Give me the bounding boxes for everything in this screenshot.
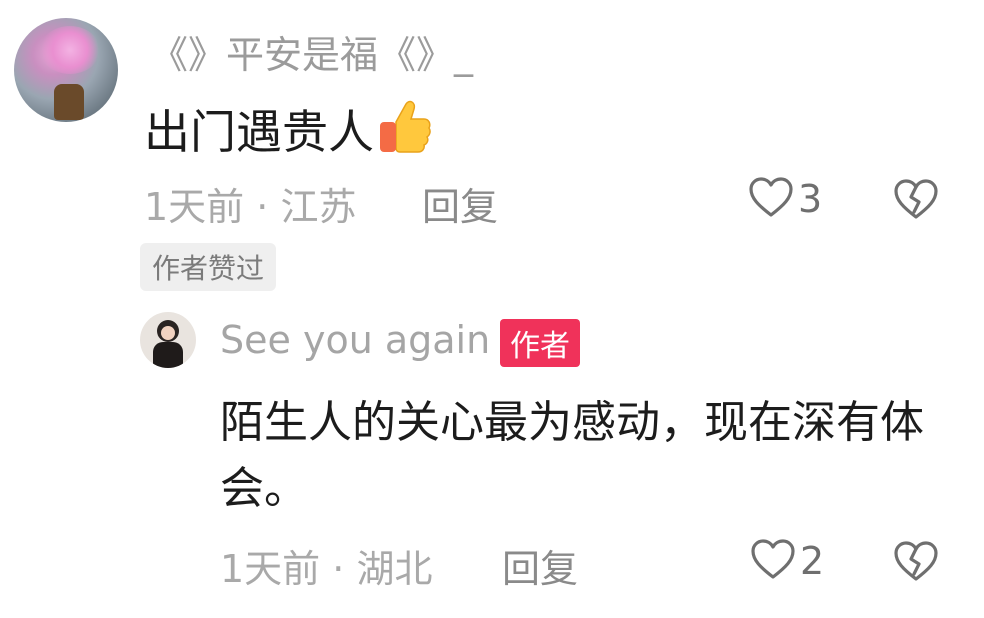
username[interactable]: 《》平安是福《》_ [150,24,473,79]
flower-image [40,26,100,74]
like-button[interactable]: 3 [748,176,822,222]
dislike-button[interactable] [893,540,939,586]
author-tag: 作者 [500,319,580,367]
avatar-body-shape [153,342,183,368]
avatar-face-shape [161,326,175,340]
heart-outline-icon [748,176,794,222]
dislike-button[interactable] [893,178,939,224]
meta-separator: · [256,185,269,229]
reply-location: 湖北 [356,547,433,591]
reply-button[interactable]: 回复 [422,176,498,231]
like-button[interactable]: 2 [750,538,824,584]
like-count: 3 [798,177,823,221]
comment-time: 1天前 [144,185,245,229]
comment-meta: 1天前 · 江苏 [144,176,356,231]
author-liked-badge: 作者赞过 [140,243,277,291]
comment-text-content: 出门遇贵人 [144,105,374,159]
meta-separator: · [332,547,345,591]
thumbs-up-emoji-icon [376,100,432,165]
broken-heart-icon [893,179,939,224]
reply-avatar[interactable] [140,312,196,368]
comment-location: 江苏 [280,185,357,229]
broken-heart-icon [893,541,939,586]
heart-outline-icon [750,538,796,584]
avatar[interactable] [14,18,118,122]
reply-text: 陌生人的关心最为感动，现在深有体会。 [220,397,924,514]
reply-meta: 1天前 · 湖北 [220,538,432,593]
reply-username[interactable]: See you again [220,318,490,362]
reply-button[interactable]: 回复 [502,538,578,593]
reply-time: 1天前 [220,547,321,591]
comment-text: 出门遇贵人 [144,96,432,165]
like-count: 2 [800,539,825,583]
vase-image [54,84,84,120]
